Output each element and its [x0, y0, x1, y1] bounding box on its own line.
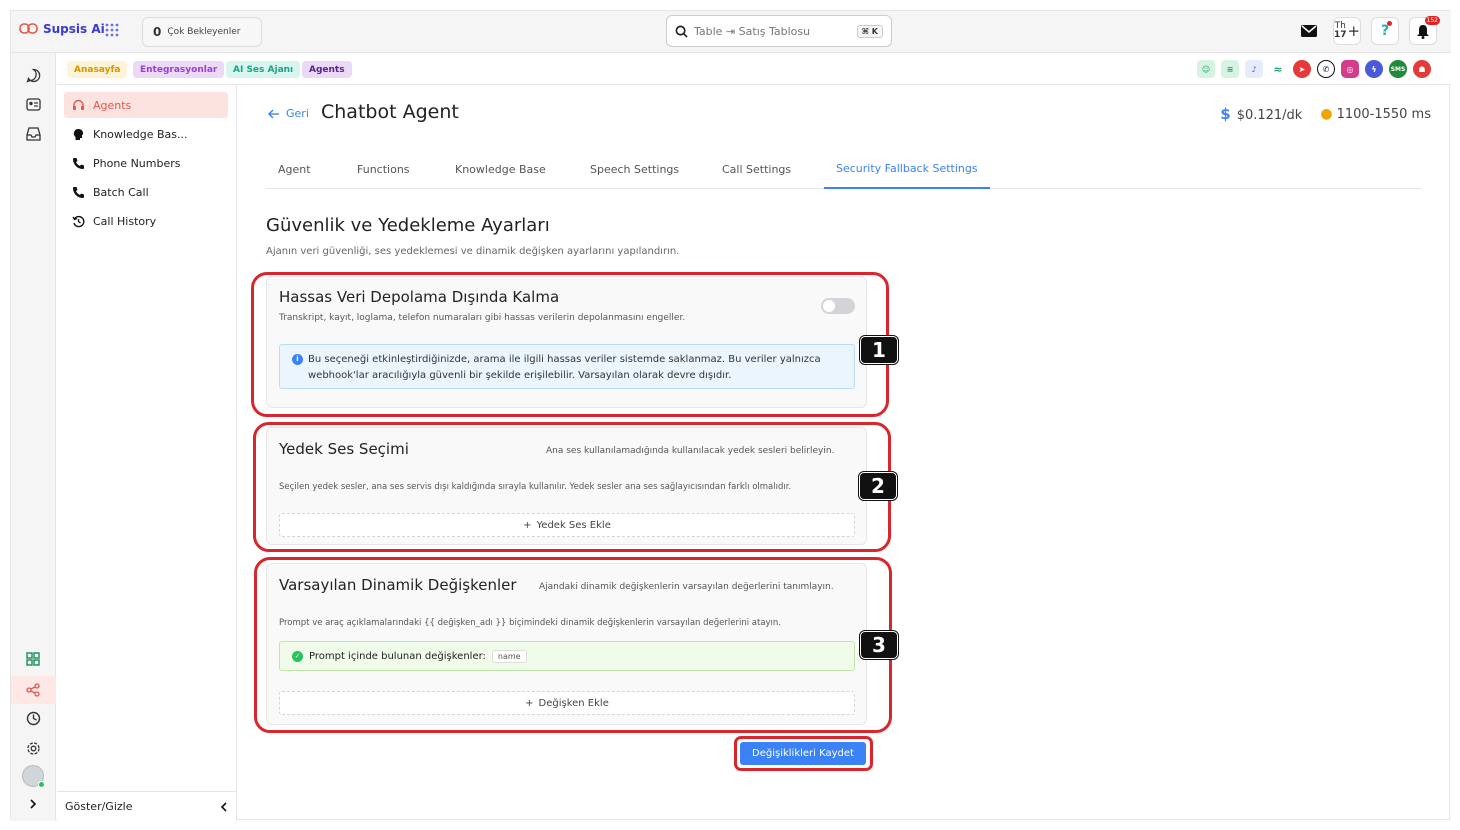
save-changes-button[interactable]: Değişiklikleri Kaydet [740, 742, 866, 765]
pending-label: Çok Bekleyenler [167, 27, 241, 37]
gear-icon[interactable] [23, 738, 43, 758]
headset-icon [73, 99, 84, 110]
dashboard-grid-icon[interactable] [23, 649, 43, 669]
breadcrumb-ai-voice-agent[interactable]: AI Ses Ajanı [226, 61, 301, 78]
channel-wifi-icon[interactable]: ≈ [1269, 60, 1287, 78]
channel-sms-icon[interactable]: SMS [1389, 60, 1407, 78]
stopwatch-icon: ● [1320, 106, 1333, 122]
channel-telegram-icon[interactable]: ➤ [1293, 60, 1311, 78]
chevron-right-icon[interactable] [23, 794, 43, 814]
top-bar: Supsis Ai 0 Çok Bekleyenler Table ⇥ Satı… [11, 11, 1451, 53]
tab-call-settings[interactable]: Call Settings [710, 149, 803, 189]
search-shortcut: ⌘ K [856, 24, 883, 38]
tab-bar: Agent Functions Knowledge Base Speech Se… [266, 149, 1421, 189]
main-content: Geri Chatbot Agent $ $0.121/dk ● 1100-1550… [238, 85, 1451, 821]
brand-logo-icon [19, 23, 38, 34]
sidebar-item-label: Call History [93, 214, 157, 228]
tab-security-fallback-settings[interactable]: Security Fallback Settings [824, 149, 990, 189]
calendar-day: 17 [1333, 30, 1347, 40]
notification-bell-icon[interactable]: 152 [1409, 16, 1440, 45]
search-text: Table ⇥ Satış Tablosu [694, 24, 811, 38]
chevron-left-icon [220, 801, 227, 812]
annotation-box-1 [251, 272, 889, 417]
search-icon [675, 25, 688, 38]
channel-other-icon[interactable]: ☗ [1413, 60, 1431, 78]
history-icon [72, 215, 85, 227]
channel-whatsapp-icon[interactable]: ✆ [1317, 60, 1335, 78]
inbox-icon[interactable] [23, 124, 43, 144]
sidebar-item-label: Phone Numbers [93, 156, 181, 170]
arrow-left-icon [268, 109, 279, 118]
annotation-box-3 [254, 557, 892, 733]
sidebar-item-call-history[interactable]: Call History [64, 208, 228, 234]
annotation-box-2 [253, 422, 891, 552]
sidebar-item-label: Knowledge Bas... [93, 127, 188, 141]
pending-count: 0 [153, 25, 162, 39]
channel-bot-icon[interactable]: ☺ [1197, 60, 1215, 78]
top-actions: Th 17 + ? 152 [1295, 16, 1440, 45]
apps-grid-icon[interactable] [105, 23, 119, 41]
phone-icon [73, 157, 84, 169]
help-icon[interactable]: ? [1371, 17, 1399, 45]
tab-agent[interactable]: Agent [266, 149, 323, 189]
sidebar-item-knowledge-base[interactable]: Knowledge Bas... [64, 121, 228, 147]
annotation-number-3: 3 [860, 631, 898, 659]
notification-count: 152 [1424, 16, 1440, 25]
channel-list-icon[interactable]: ≡ [1221, 60, 1239, 78]
latency-value: 1100-1550 ms [1336, 107, 1431, 122]
reports-clock-icon[interactable] [23, 708, 43, 728]
tab-knowledge-base[interactable]: Knowledge Base [443, 149, 558, 189]
tab-speech-settings[interactable]: Speech Settings [578, 149, 691, 189]
page-title: Chatbot Agent [321, 101, 459, 123]
sidebar-item-label: Agents [93, 98, 132, 112]
sidebar-toggle[interactable]: Göster/Gizle [57, 791, 237, 821]
breadcrumb: Anasayfa Entegrasyonlar AI Ses Ajanı Age… [57, 53, 1451, 85]
section-subtitle: Ajanın veri güvenliği, ses yedeklemesi v… [266, 246, 680, 257]
brain-head-icon [73, 128, 84, 140]
phone-icon [73, 186, 84, 198]
channel-messenger-icon[interactable]: ϟ [1365, 60, 1383, 78]
annotation-number-1: 1 [860, 336, 898, 364]
contact-card-icon[interactable] [23, 94, 43, 114]
breadcrumb-home[interactable]: Anasayfa [67, 61, 128, 78]
back-label: Geri [286, 107, 309, 120]
sidebar-item-phone-numbers[interactable]: Phone Numbers [64, 150, 228, 176]
sidebar-item-agents[interactable]: Agents [64, 92, 228, 118]
cost-value: $0.121/dk [1236, 108, 1303, 123]
cost-info: $ $0.121/dk ● 1100-1550 ms [1220, 105, 1431, 123]
channel-instagram-icon[interactable]: ◎ [1341, 60, 1359, 78]
pending-button[interactable]: 0 Çok Bekleyenler [142, 17, 262, 47]
calendar-add-icon[interactable]: Th 17 + [1333, 17, 1361, 45]
brand-logo[interactable]: Supsis Ai [19, 22, 105, 36]
chat-bubble-icon[interactable] [23, 65, 43, 85]
brand-name: Supsis Ai [43, 22, 105, 36]
section-title: Güvenlik ve Yedekleme Ayarları [266, 215, 550, 236]
channel-voice-icon[interactable]: ♪ [1245, 60, 1263, 78]
app-window: Supsis Ai 0 Çok Bekleyenler Table ⇥ Satı… [10, 10, 1451, 821]
breadcrumb-integrations[interactable]: Entegrasyonlar [133, 61, 225, 78]
online-status-dot [38, 781, 45, 788]
breadcrumb-agents[interactable]: Agents [302, 61, 352, 78]
share-integration-icon[interactable] [23, 680, 43, 700]
sidebar-toggle-label: Göster/Gizle [65, 800, 133, 813]
dollar-icon: $ [1220, 105, 1231, 123]
search-input[interactable]: Table ⇥ Satış Tablosu ⌘ K [666, 15, 892, 47]
sidebar-item-batch-call[interactable]: Batch Call [64, 179, 228, 205]
annotation-number-2: 2 [859, 472, 897, 500]
sidebar-item-label: Batch Call [93, 185, 149, 199]
sidebar: Agents Knowledge Bas... Phone Numbers Ba… [57, 85, 237, 821]
tab-functions[interactable]: Functions [345, 149, 422, 189]
back-button[interactable]: Geri [268, 107, 309, 120]
icon-rail [11, 53, 56, 821]
mail-icon[interactable] [1295, 17, 1323, 45]
